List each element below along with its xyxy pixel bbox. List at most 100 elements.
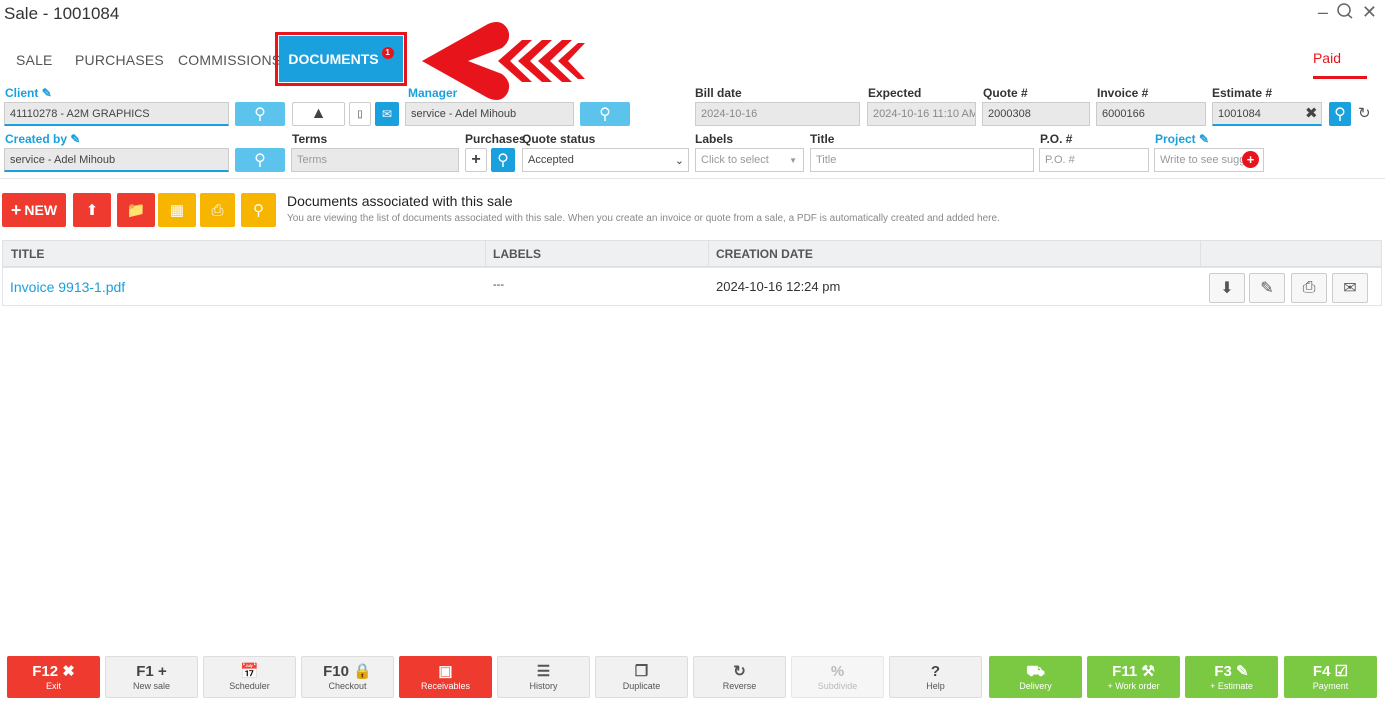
- upload-button[interactable]: ⬆: [73, 193, 111, 227]
- search-icon: ⚲: [253, 202, 264, 219]
- edit-icon: ✎: [1199, 132, 1210, 146]
- table-row[interactable]: Invoice 9913-1.pdf --- 2024-10-16 12:24 …: [2, 267, 1382, 306]
- project-label[interactable]: Project ✎: [1155, 132, 1209, 146]
- folder-button[interactable]: 📁: [117, 193, 155, 227]
- po-field[interactable]: P.O. #: [1039, 148, 1149, 172]
- labels-placeholder: Click to select: [701, 154, 769, 166]
- estimate-button[interactable]: F3 ✎ + Estimate: [1185, 656, 1278, 698]
- quote-status-label: Quote status: [522, 132, 596, 146]
- refresh-icon[interactable]: ↻: [1358, 104, 1371, 122]
- copy-icon: ❐: [634, 663, 649, 680]
- email-button[interactable]: ✉: [375, 102, 399, 126]
- invoice-number-field[interactable]: 6000166: [1096, 102, 1206, 126]
- download-icon: ⬇: [1220, 280, 1234, 297]
- expected-field[interactable]: 2024-10-16 11:10 AM: [867, 102, 976, 126]
- new-sale-key: F1: [136, 663, 154, 680]
- created-by-label[interactable]: Created by ✎: [5, 132, 80, 146]
- quote-status-select[interactable]: Accepted ⌄: [522, 148, 689, 172]
- check-icon: ☑: [1334, 663, 1349, 680]
- divider: [0, 178, 1385, 179]
- history-button[interactable]: ☰ History: [497, 656, 590, 698]
- quote-number-field[interactable]: 2000308: [982, 102, 1090, 126]
- delivery-button[interactable]: ⛟ Delivery: [989, 656, 1082, 698]
- help-button[interactable]: ? Help: [889, 656, 982, 698]
- calendar-icon: 📅: [240, 663, 259, 680]
- checkout-button[interactable]: F10 🔒 Checkout: [301, 656, 394, 698]
- search-icon: ⚲: [1334, 106, 1346, 123]
- percent-icon: %: [830, 663, 845, 680]
- subdivide-button[interactable]: % Subdivide: [791, 656, 884, 698]
- exit-button[interactable]: F12 ✖ Exit: [7, 656, 100, 698]
- client-field[interactable]: 41110278 - A2M GRAPHICS: [4, 102, 229, 126]
- terms-field[interactable]: Terms: [291, 148, 459, 172]
- close-icon[interactable]: ✕: [1362, 2, 1377, 25]
- manager-field[interactable]: service - Adel Mihoub: [405, 102, 574, 126]
- grid-button[interactable]: ▦: [158, 193, 196, 227]
- column-title[interactable]: TITLE: [11, 247, 44, 261]
- estimate-search-button[interactable]: ⚲: [1329, 102, 1351, 126]
- payment-label: Payment: [1312, 681, 1349, 691]
- created-by-field[interactable]: service - Adel Mihoub: [4, 148, 229, 172]
- tab-commissions[interactable]: COMMISSIONS: [178, 52, 281, 68]
- road-icon: ▲: [310, 105, 327, 122]
- upload-icon: ⬆: [85, 202, 99, 219]
- column-labels[interactable]: LABELS: [493, 247, 541, 261]
- add-circle-icon[interactable]: +: [1242, 151, 1259, 168]
- print-button[interactable]: ⎙: [200, 193, 235, 227]
- title-field[interactable]: Title: [810, 148, 1034, 172]
- purchase-search-button[interactable]: ⚲: [491, 148, 515, 172]
- window-title: Sale - 1001084: [4, 4, 120, 23]
- edit-icon: ✎: [1236, 663, 1249, 680]
- bill-date-field[interactable]: 2024-10-16: [695, 102, 860, 126]
- documents-description: You are viewing the list of documents as…: [287, 213, 1000, 224]
- new-document-button[interactable]: + NEW: [2, 193, 66, 227]
- search-icon: ⚲: [599, 106, 611, 123]
- caret-down-icon: ▼: [789, 155, 797, 165]
- receivables-button[interactable]: ▣ Receivables: [399, 656, 492, 698]
- created-by-search-button[interactable]: ⚲: [235, 148, 285, 172]
- chat-icon[interactable]: [1336, 2, 1354, 25]
- client-search-button[interactable]: ⚲: [235, 102, 285, 126]
- window-controls: – ✕: [1318, 2, 1377, 25]
- phone-button[interactable]: ▯: [349, 102, 371, 126]
- plus-icon: +: [471, 151, 481, 168]
- scheduler-button[interactable]: 📅 Scheduler: [203, 656, 296, 698]
- payment-key: F4: [1312, 663, 1331, 680]
- print-document-button[interactable]: ⎙: [1291, 273, 1327, 303]
- quote-status-value: Accepted: [528, 154, 574, 166]
- search-button[interactable]: ⚲: [241, 193, 276, 227]
- column-creation-date[interactable]: CREATION DATE: [716, 247, 813, 261]
- manager-search-button[interactable]: ⚲: [580, 102, 630, 126]
- labels-select[interactable]: Click to select ▼: [695, 148, 804, 172]
- truck-icon: ⛟: [1026, 663, 1045, 680]
- status-paid[interactable]: Paid: [1313, 50, 1341, 66]
- envelope-icon: ✉: [381, 107, 393, 121]
- work-order-button[interactable]: F11 ⚒ + Work order: [1087, 656, 1180, 698]
- document-title-link[interactable]: Invoice 9913-1.pdf: [10, 279, 125, 295]
- email-document-button[interactable]: ✉: [1332, 273, 1368, 303]
- new-label: NEW: [24, 202, 58, 218]
- envelope-icon: ✉: [1343, 280, 1357, 297]
- road-button[interactable]: ▲: [292, 102, 345, 126]
- list-icon: ☰: [536, 663, 551, 680]
- duplicate-button[interactable]: ❐ Duplicate: [595, 656, 688, 698]
- client-label[interactable]: Client ✎: [5, 86, 52, 100]
- minimize-icon[interactable]: –: [1318, 2, 1328, 25]
- tab-purchases[interactable]: PURCHASES: [75, 52, 164, 68]
- exit-key: F12: [32, 663, 59, 680]
- edit-button[interactable]: ✎: [1249, 273, 1285, 303]
- lock-icon: 🔒: [353, 663, 372, 680]
- add-purchase-button[interactable]: +: [465, 148, 487, 172]
- tab-documents[interactable]: DOCUMENTS 1: [279, 36, 403, 82]
- manager-label[interactable]: Manager: [408, 86, 457, 100]
- download-button[interactable]: ⬇: [1209, 273, 1245, 303]
- chevron-down-icon: ⌄: [674, 154, 684, 167]
- money-icon: ▣: [438, 663, 453, 680]
- clear-icon[interactable]: ✖: [1305, 104, 1318, 122]
- table-header: TITLE LABELS CREATION DATE: [2, 240, 1382, 267]
- payment-button[interactable]: F4 ☑ Payment: [1284, 656, 1377, 698]
- reverse-button[interactable]: ↻ Reverse: [693, 656, 786, 698]
- tab-sale[interactable]: SALE: [16, 52, 53, 68]
- new-sale-button[interactable]: F1 + New sale: [105, 656, 198, 698]
- estimate-label: + Estimate: [1210, 681, 1253, 691]
